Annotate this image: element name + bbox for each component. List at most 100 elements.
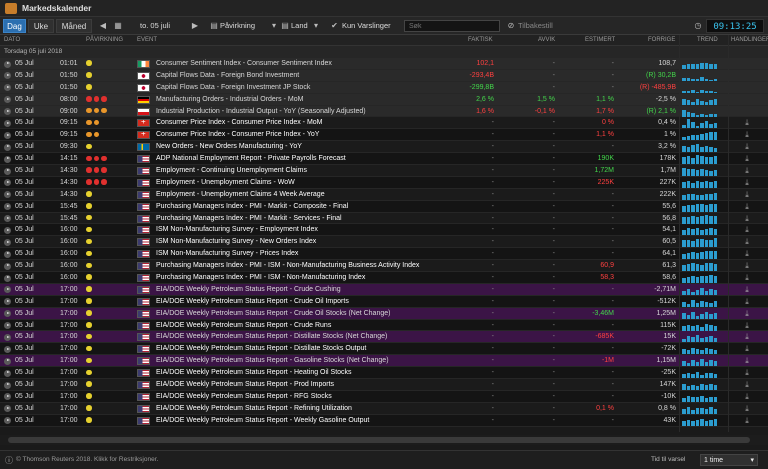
download-icon[interactable]: ⤓: [742, 296, 752, 308]
expand-row-icon[interactable]: [4, 274, 11, 282]
expand-row-icon[interactable]: [4, 333, 11, 341]
table-row[interactable]: 05 Jul 17:00 EIA/DOE Weekly Petroleum Stat…: [0, 355, 768, 368]
trend-sparkline[interactable]: [682, 285, 718, 295]
col-estimate[interactable]: ESTIMERT: [585, 35, 615, 46]
event-name[interactable]: Capital Flows Data - Foreign Investment …: [156, 82, 476, 94]
download-icon[interactable]: ⤓: [742, 224, 752, 236]
col-previous[interactable]: FORRIGE: [648, 35, 675, 46]
table-row[interactable]: 05 Jul 09:15 + Consumer Price Index - Consu…: [0, 129, 768, 142]
event-name[interactable]: EIA/DOE Weekly Petroleum Status Report -…: [156, 355, 476, 367]
trend-sparkline[interactable]: [682, 142, 718, 153]
expand-row-icon[interactable]: [4, 96, 11, 104]
trend-sparkline[interactable]: [682, 130, 718, 141]
trend-sparkline[interactable]: [682, 321, 718, 331]
expand-row-icon[interactable]: [4, 60, 11, 68]
table-row[interactable]: 05 Jul 08:00 Manufacturing Orders - Indust…: [0, 93, 768, 106]
event-name[interactable]: Purchasing Managers Index - PMI - Markit…: [156, 213, 476, 225]
event-name[interactable]: Purchasing Managers Index - PMI - Markit…: [156, 201, 476, 213]
expand-row-icon[interactable]: [4, 417, 11, 425]
expand-row-icon[interactable]: [4, 155, 11, 163]
table-row[interactable]: 05 Jul 17:00 EIA/DOE Weekly Petroleum Stat…: [0, 343, 768, 356]
scrollbar-thumb[interactable]: [8, 437, 750, 443]
trend-sparkline[interactable]: [682, 237, 718, 248]
table-row[interactable]: 05 Jul 17:00 EIA/DOE Weekly Petroleum Stat…: [0, 367, 768, 380]
prev-day-icon[interactable]: ◀: [98, 19, 108, 33]
expand-row-icon[interactable]: [4, 405, 11, 413]
country-filter[interactable]: Land: [291, 19, 308, 33]
expand-row-icon[interactable]: [4, 167, 11, 175]
event-name[interactable]: Purchasing Managers Index - PMI - ISM - …: [156, 260, 476, 272]
event-name[interactable]: ISM Non-Manufacturing Survey - Employmen…: [156, 224, 476, 236]
expand-row-icon[interactable]: [4, 108, 11, 116]
download-icon[interactable]: ⤓: [742, 331, 752, 343]
event-name[interactable]: Capital Flows Data - Foreign Bond Invest…: [156, 70, 476, 82]
table-row[interactable]: 05 Jul 15:45 Purchasing Managers Index - P…: [0, 212, 768, 225]
event-name[interactable]: EIA/DOE Weekly Petroleum Status Report -…: [156, 379, 476, 391]
trend-sparkline[interactable]: [682, 404, 718, 414]
copyright-link[interactable]: © Thomson Reuters 2018. Klikk for Restri…: [16, 456, 158, 463]
download-icon[interactable]: ⤓: [742, 117, 752, 129]
table-row[interactable]: 05 Jul 14:30 Employment - Unemployment Cla…: [0, 188, 768, 201]
trend-sparkline[interactable]: [682, 107, 718, 117]
expand-row-icon[interactable]: [4, 119, 11, 127]
expand-row-icon[interactable]: [4, 369, 11, 377]
download-icon[interactable]: ⤓: [742, 308, 752, 320]
table-row[interactable]: 05 Jul 16:00 ISM Non-Manufacturing Survey …: [0, 236, 768, 249]
event-name[interactable]: EIA/DOE Weekly Petroleum Status Report -…: [156, 403, 476, 415]
chevron-down-icon[interactable]: ▾: [312, 19, 320, 33]
expand-row-icon[interactable]: [4, 131, 11, 139]
event-name[interactable]: EIA/DOE Weekly Petroleum Status Report -…: [156, 343, 476, 355]
event-name[interactable]: EIA/DOE Weekly Petroleum Status Report -…: [156, 367, 476, 379]
trend-sparkline[interactable]: [682, 368, 718, 379]
trend-sparkline[interactable]: [682, 380, 718, 391]
col-impact[interactable]: PÅVIRKNING: [86, 35, 123, 46]
event-name[interactable]: Employment - Unemployment Claims - WoW: [156, 177, 476, 189]
calendar-icon[interactable]: ▦: [112, 19, 124, 33]
trend-sparkline[interactable]: [682, 202, 718, 212]
download-icon[interactable]: ⤓: [742, 141, 752, 153]
trend-sparkline[interactable]: [682, 249, 718, 260]
alert-time-select[interactable]: 1 time ▾: [700, 454, 758, 466]
table-row[interactable]: 05 Jul 09:00 Industrial Production - Indus…: [0, 105, 768, 118]
table-row[interactable]: 05 Jul 14:30 Employment - Unemployment Cla…: [0, 176, 768, 189]
expand-row-icon[interactable]: [4, 215, 11, 223]
alerts-check-icon[interactable]: ✔: [329, 19, 340, 33]
event-name[interactable]: EIA/DOE Weekly Petroleum Status Report -…: [156, 284, 476, 296]
download-icon[interactable]: ⤓: [742, 343, 752, 355]
next-day-icon[interactable]: ▶: [190, 19, 200, 33]
event-name[interactable]: ISM Non-Manufacturing Survey - New Order…: [156, 236, 476, 248]
download-icon[interactable]: ⤓: [742, 272, 752, 284]
event-name[interactable]: EIA/DOE Weekly Petroleum Status Report -…: [156, 296, 476, 308]
expand-row-icon[interactable]: [4, 345, 11, 353]
alerts-only-toggle[interactable]: Kun Varslinger: [342, 19, 391, 33]
event-name[interactable]: EIA/DOE Weekly Petroleum Status Report -…: [156, 308, 476, 320]
trend-sparkline[interactable]: [682, 59, 718, 69]
table-row[interactable]: 05 Jul 16:00 ISM Non-Manufacturing Survey …: [0, 224, 768, 237]
event-name[interactable]: EIA/DOE Weekly Petroleum Status Report -…: [156, 415, 476, 427]
event-name[interactable]: ADP National Employment Report - Private…: [156, 153, 476, 165]
table-row[interactable]: 05 Jul 01:50 Capital Flows Data - Foreign …: [0, 81, 768, 94]
table-row[interactable]: 05 Jul 16:00 Purchasing Managers Index - P…: [0, 272, 768, 284]
trend-sparkline[interactable]: [682, 166, 718, 177]
col-event[interactable]: EVENT: [137, 35, 157, 46]
event-name[interactable]: Industrial Production - Industrial Outpu…: [156, 106, 476, 118]
tab-day[interactable]: Dag: [3, 19, 26, 33]
table-row[interactable]: 05 Jul 14:30 Employment - Continuing Unemp…: [0, 165, 768, 177]
event-name[interactable]: New Orders - New Orders Manufacturing - …: [156, 141, 476, 153]
expand-row-icon[interactable]: [4, 298, 11, 306]
download-icon[interactable]: ⤓: [742, 201, 752, 213]
trend-sparkline[interactable]: [682, 273, 718, 284]
expand-row-icon[interactable]: [4, 226, 11, 234]
trend-sparkline[interactable]: [682, 178, 718, 188]
event-name[interactable]: ISM Non-Manufacturing Survey - Prices In…: [156, 248, 476, 260]
download-icon[interactable]: ⤓: [742, 403, 752, 415]
expand-row-icon[interactable]: [4, 381, 11, 389]
table-row[interactable]: 05 Jul 09:30 New Orders - New Orders Manuf…: [0, 141, 768, 154]
trend-sparkline[interactable]: [682, 344, 718, 355]
col-trend[interactable]: TREND: [697, 35, 718, 46]
trend-sparkline[interactable]: [682, 297, 718, 307]
trend-sparkline[interactable]: [682, 154, 718, 165]
trend-sparkline[interactable]: [682, 225, 718, 236]
download-icon[interactable]: ⤓: [742, 129, 752, 141]
trend-sparkline[interactable]: [682, 83, 718, 93]
